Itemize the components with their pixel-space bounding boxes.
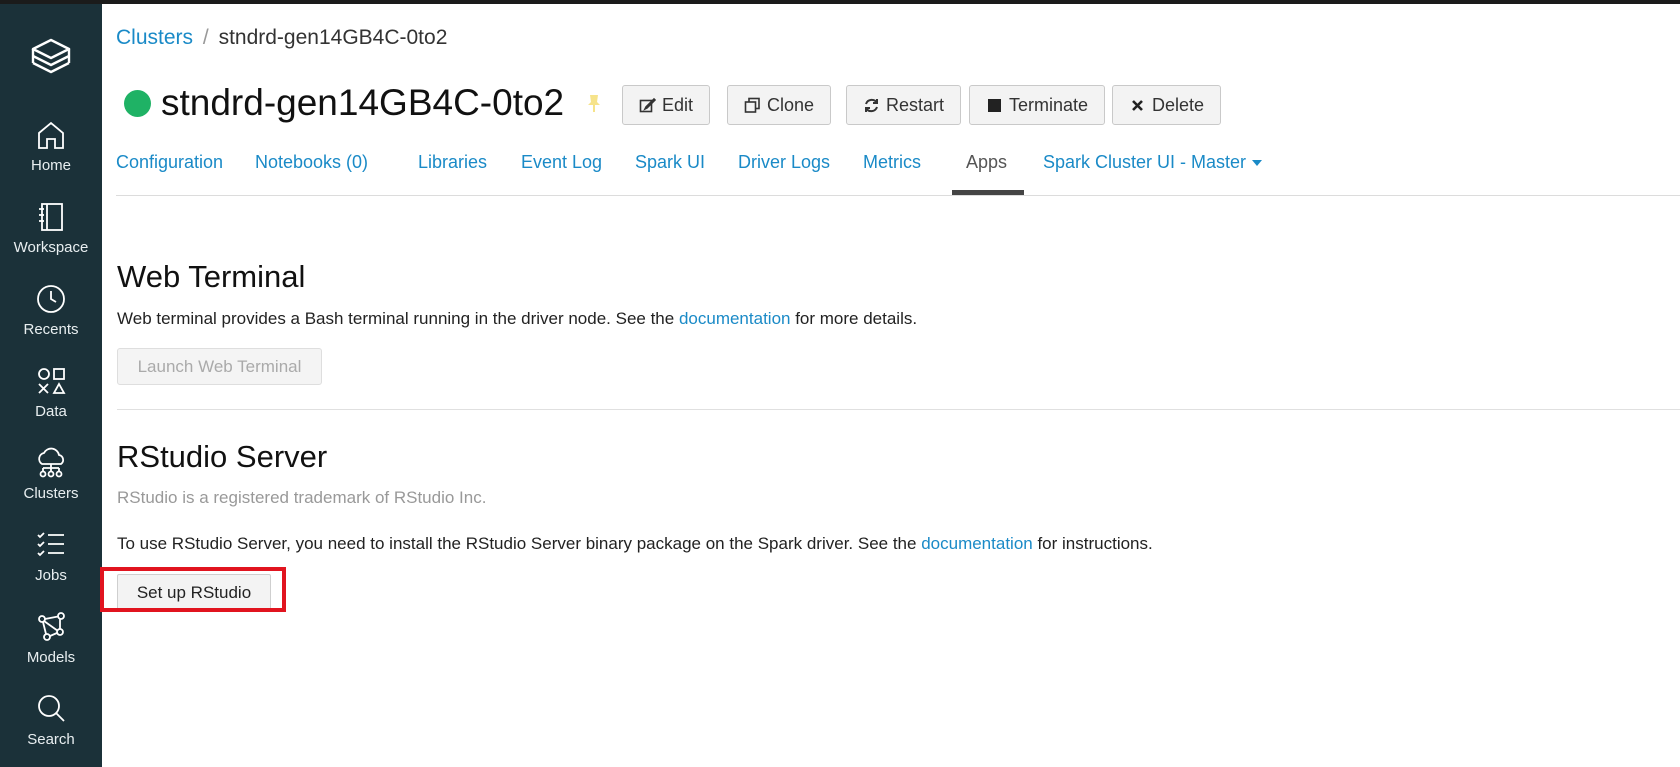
rstudio-documentation-link[interactable]: documentation [921,534,1033,553]
sidebar-item-label: Workspace [13,239,89,256]
highlight-box [100,567,286,612]
web-terminal-text: Web terminal provides a Bash terminal ru… [117,309,679,328]
pin-icon[interactable] [586,93,602,113]
workspace-icon [39,203,63,231]
edit-button[interactable]: Edit [622,85,711,125]
clone-button-label: Clone [767,94,815,115]
tab-metrics[interactable]: Metrics [863,152,921,173]
search-icon [38,695,65,722]
cluster-tabs: Configuration Notebooks (0) Libraries Ev… [116,140,1680,196]
web-terminal-text-after: for more details. [790,309,918,328]
data-icon [38,368,66,394]
restart-button-label: Restart [886,94,945,115]
caret-down-icon [1252,160,1263,167]
section-divider [117,409,1680,410]
tab-configuration[interactable]: Configuration [116,152,223,173]
tab-apps[interactable]: Apps [966,152,1007,173]
main-content: Clusters / stndrd-gen14GB4C-0to2 stndrd-… [102,4,1680,767]
terminate-button-label: Terminate [1009,94,1089,115]
delete-button[interactable]: Delete [1112,85,1222,125]
delete-button-label: Delete [1152,94,1205,115]
sidebar-item-label: Recents [23,321,79,338]
cloud-icon [38,447,64,478]
tab-spark-ui[interactable]: Spark UI [635,152,705,173]
edit-button-label: Edit [662,94,694,115]
sidebar-item-clusters[interactable]: Clusters [0,442,102,512]
sidebar-item-recents[interactable]: Recents [0,278,102,348]
rstudio-description: To use RStudio Server, you need to insta… [117,534,1153,554]
sidebar-item-search[interactable]: Search [0,688,102,758]
sidebar-item-data[interactable]: Data [0,360,102,430]
rstudio-trademark: RStudio is a registered trademark of RSt… [117,488,487,507]
sidebar-item-models[interactable]: Models [0,606,102,676]
sidebar-item-workspace[interactable]: Workspace [0,196,102,266]
stop-icon [988,98,1001,112]
models-icon [38,612,65,641]
terminate-button[interactable]: Terminate [969,85,1106,125]
clock-icon [37,285,65,313]
sidebar-item-label: Search [27,731,75,748]
page-title: stndrd-gen14GB4C-0to2 [161,82,565,123]
edit-icon [639,97,656,112]
home-icon [38,121,64,149]
web-terminal-documentation-link[interactable]: documentation [679,309,791,328]
rstudio-title: RStudio Server [117,439,328,474]
sidebar-item-jobs[interactable]: Jobs [0,524,102,594]
status-indicator [124,89,151,117]
jobs-icon [37,532,64,557]
sidebar-item-label: Home [30,157,71,174]
tab-spark-cluster-ui-dropdown[interactable]: Spark Cluster UI - Master [1043,152,1263,173]
breadcrumb-clusters-link[interactable]: Clusters [116,26,193,49]
sidebar-item-label: Models [26,649,76,666]
launch-web-terminal-button[interactable]: Launch Web Terminal [117,348,322,385]
clone-icon [744,97,760,113]
web-terminal-description: Web terminal provides a Bash terminal ru… [117,309,917,329]
tab-notebooks[interactable]: Notebooks (0) [255,152,368,173]
breadcrumb-separator: / [202,26,209,49]
refresh-icon [865,98,878,112]
close-icon [1132,99,1143,111]
clone-button[interactable]: Clone [727,85,832,125]
tab-event-log[interactable]: Event Log [521,152,602,173]
restart-button[interactable]: Restart [846,85,962,125]
databricks-logo-icon[interactable] [27,34,75,82]
rstudio-text: To use RStudio Server, you need to insta… [117,534,922,553]
sidebar-item-label: Clusters [23,485,79,502]
tab-libraries[interactable]: Libraries [418,152,487,173]
tab-driver-logs[interactable]: Driver Logs [738,152,830,173]
breadcrumb: Clusters / stndrd-gen14GB4C-0to2 [116,26,447,50]
sidebar-item-home[interactable]: Home [0,114,102,184]
active-tab-indicator [952,190,1024,195]
cluster-header: stndrd-gen14GB4C-0to2 [124,82,602,124]
breadcrumb-current: stndrd-gen14GB4C-0to2 [218,26,448,49]
web-terminal-title: Web Terminal [117,259,306,294]
sidebar-item-label: Data [35,403,67,420]
sidebar-item-label: Jobs [35,567,67,584]
rstudio-text-after: for instructions. [1032,534,1153,553]
sidebar: Home Workspace Recents Data Clusters Job… [0,4,102,767]
tab-spark-cluster-ui-label: Spark Cluster UI - Master [1043,152,1247,172]
